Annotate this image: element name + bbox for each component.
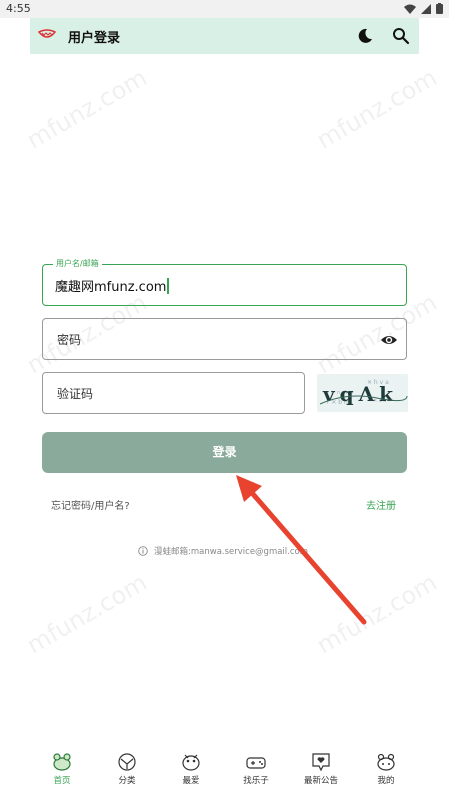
bottom-navigation: 首页 分类 最爱 找乐子 最新公告 我的: [0, 752, 449, 798]
status-bar: 4:55: [0, 0, 449, 18]
notice-icon: [312, 753, 330, 772]
text-caret: [167, 278, 169, 294]
status-icons: [404, 3, 443, 14]
favorite-icon: [182, 754, 200, 771]
wifi-icon: [404, 4, 416, 14]
status-time: 4:55: [6, 2, 31, 15]
nav-label: 首页: [53, 776, 71, 786]
category-icon: [118, 753, 136, 771]
page-title: 用户登录: [68, 31, 121, 46]
app-header: 用户登录: [30, 18, 419, 54]
watermark: mfunz.com: [21, 63, 152, 155]
profile-icon: [377, 753, 395, 771]
nav-label: 分类: [118, 776, 136, 786]
username-label: 用户名/邮箱: [53, 258, 102, 269]
password-placeholder: 密码: [57, 333, 82, 347]
moon-icon[interactable]: [356, 27, 374, 45]
nav-label: 最新公告: [303, 776, 338, 786]
gamepad-icon: [246, 757, 266, 769]
signal-icon: [421, 3, 431, 14]
watermark: mfunz.com: [311, 568, 442, 660]
nav-label: 最爱: [182, 776, 200, 786]
mouth-logo-icon: [38, 29, 56, 38]
captcha-placeholder: 验证码: [57, 387, 94, 401]
battery-icon: [436, 3, 443, 14]
contact-text: 漫蛙邮箱:manwa.service@gmail.com: [154, 547, 309, 557]
nav-item-home[interactable]: 首页: [29, 752, 95, 786]
nav-item-category[interactable]: 分类: [94, 752, 160, 786]
home-icon: [53, 753, 71, 771]
nav-label: 我的: [377, 776, 395, 786]
nav-item-notice[interactable]: 最新公告: [288, 752, 354, 786]
username-field[interactable]: 用户名/邮箱 魔趣网mfunz.com: [42, 258, 407, 306]
captcha-field[interactable]: 验证码: [42, 372, 305, 414]
search-icon[interactable]: [392, 27, 410, 45]
nav-item-profile[interactable]: 我的: [353, 752, 419, 786]
contact-info: 漫蛙邮箱:manwa.service@gmail.com: [138, 545, 308, 557]
nav-item-fun[interactable]: 找乐子: [223, 752, 289, 786]
password-field[interactable]: 密码: [42, 318, 407, 360]
register-link[interactable]: 去注册: [366, 497, 396, 512]
eye-icon[interactable]: [380, 331, 398, 349]
watermark: mfunz.com: [21, 568, 152, 660]
forgot-password-link[interactable]: 忘记密码/用户名?: [51, 497, 130, 512]
info-icon: [138, 546, 148, 556]
captcha-image[interactable]: ✕ h v a n s r ✕ r ✕ b n ✕ a x vqΛk: [317, 374, 408, 412]
login-button[interactable]: 登录: [42, 432, 407, 473]
nav-item-favorite[interactable]: 最爱: [158, 752, 224, 786]
watermark: mfunz.com: [311, 63, 442, 155]
username-value: 魔趣网mfunz.com: [55, 276, 169, 295]
captcha-text: vqΛk: [322, 382, 398, 406]
nav-label: 找乐子: [243, 776, 269, 786]
